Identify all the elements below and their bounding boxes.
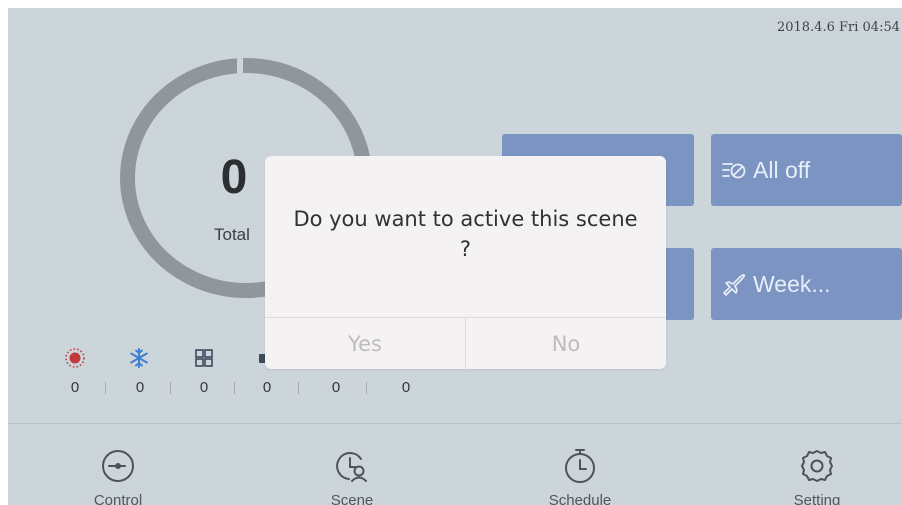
all-off-tile[interactable]: All off xyxy=(711,134,902,206)
grid-icon xyxy=(193,347,215,369)
plane-icon xyxy=(721,272,747,296)
total-count: 0 xyxy=(220,151,248,204)
nav-setting[interactable]: Setting xyxy=(762,446,872,505)
nav-label: Setting xyxy=(793,492,841,505)
total-label: Total xyxy=(214,225,250,244)
heat-icon xyxy=(64,347,86,369)
week-tile[interactable]: Week... xyxy=(711,248,902,320)
setting-icon xyxy=(797,446,837,486)
divider xyxy=(170,382,171,394)
dialog-message: Do you want to active this scene ? xyxy=(265,204,666,264)
datetime: 2018.4.6 Fri 04:54 xyxy=(776,20,900,35)
divider xyxy=(366,382,367,394)
week-label: Week... xyxy=(753,270,831,297)
schedule-icon xyxy=(560,446,600,486)
all-off-label: All off xyxy=(753,156,811,183)
stat-value: 0 xyxy=(331,379,341,396)
divider xyxy=(298,382,299,394)
yes-button[interactable]: Yes xyxy=(265,318,465,369)
dialog-message-text: Do you want to active this scene ? xyxy=(293,207,638,261)
stat-value: 0 xyxy=(262,379,272,396)
divider xyxy=(105,382,106,394)
confirm-dialog: Do you want to active this scene ? Yes N… xyxy=(265,156,666,369)
control-icon xyxy=(98,446,138,486)
nav-label: Control xyxy=(93,492,143,505)
nav-label: Scene xyxy=(330,492,374,505)
all-off-icon xyxy=(721,159,747,181)
ring-gap xyxy=(237,50,243,76)
nav-scene[interactable]: Scene xyxy=(297,446,407,505)
stat-value: 0 xyxy=(70,379,80,396)
stat-value: 0 xyxy=(401,379,411,396)
nav-label: Schedule xyxy=(548,492,612,505)
divider xyxy=(234,382,235,394)
stat-value: 0 xyxy=(199,379,209,396)
snowflake-icon xyxy=(128,347,150,369)
nav-control[interactable]: Control xyxy=(63,446,173,505)
nav-schedule[interactable]: Schedule xyxy=(525,446,635,505)
nav-divider xyxy=(8,423,902,424)
no-button[interactable]: No xyxy=(466,318,666,369)
app-screen: 2018.4.6 Fri 04:54 0 Total 0 0 0 0 0 0 A… xyxy=(8,8,902,505)
stat-value: 0 xyxy=(135,379,145,396)
scene-icon xyxy=(332,446,372,486)
